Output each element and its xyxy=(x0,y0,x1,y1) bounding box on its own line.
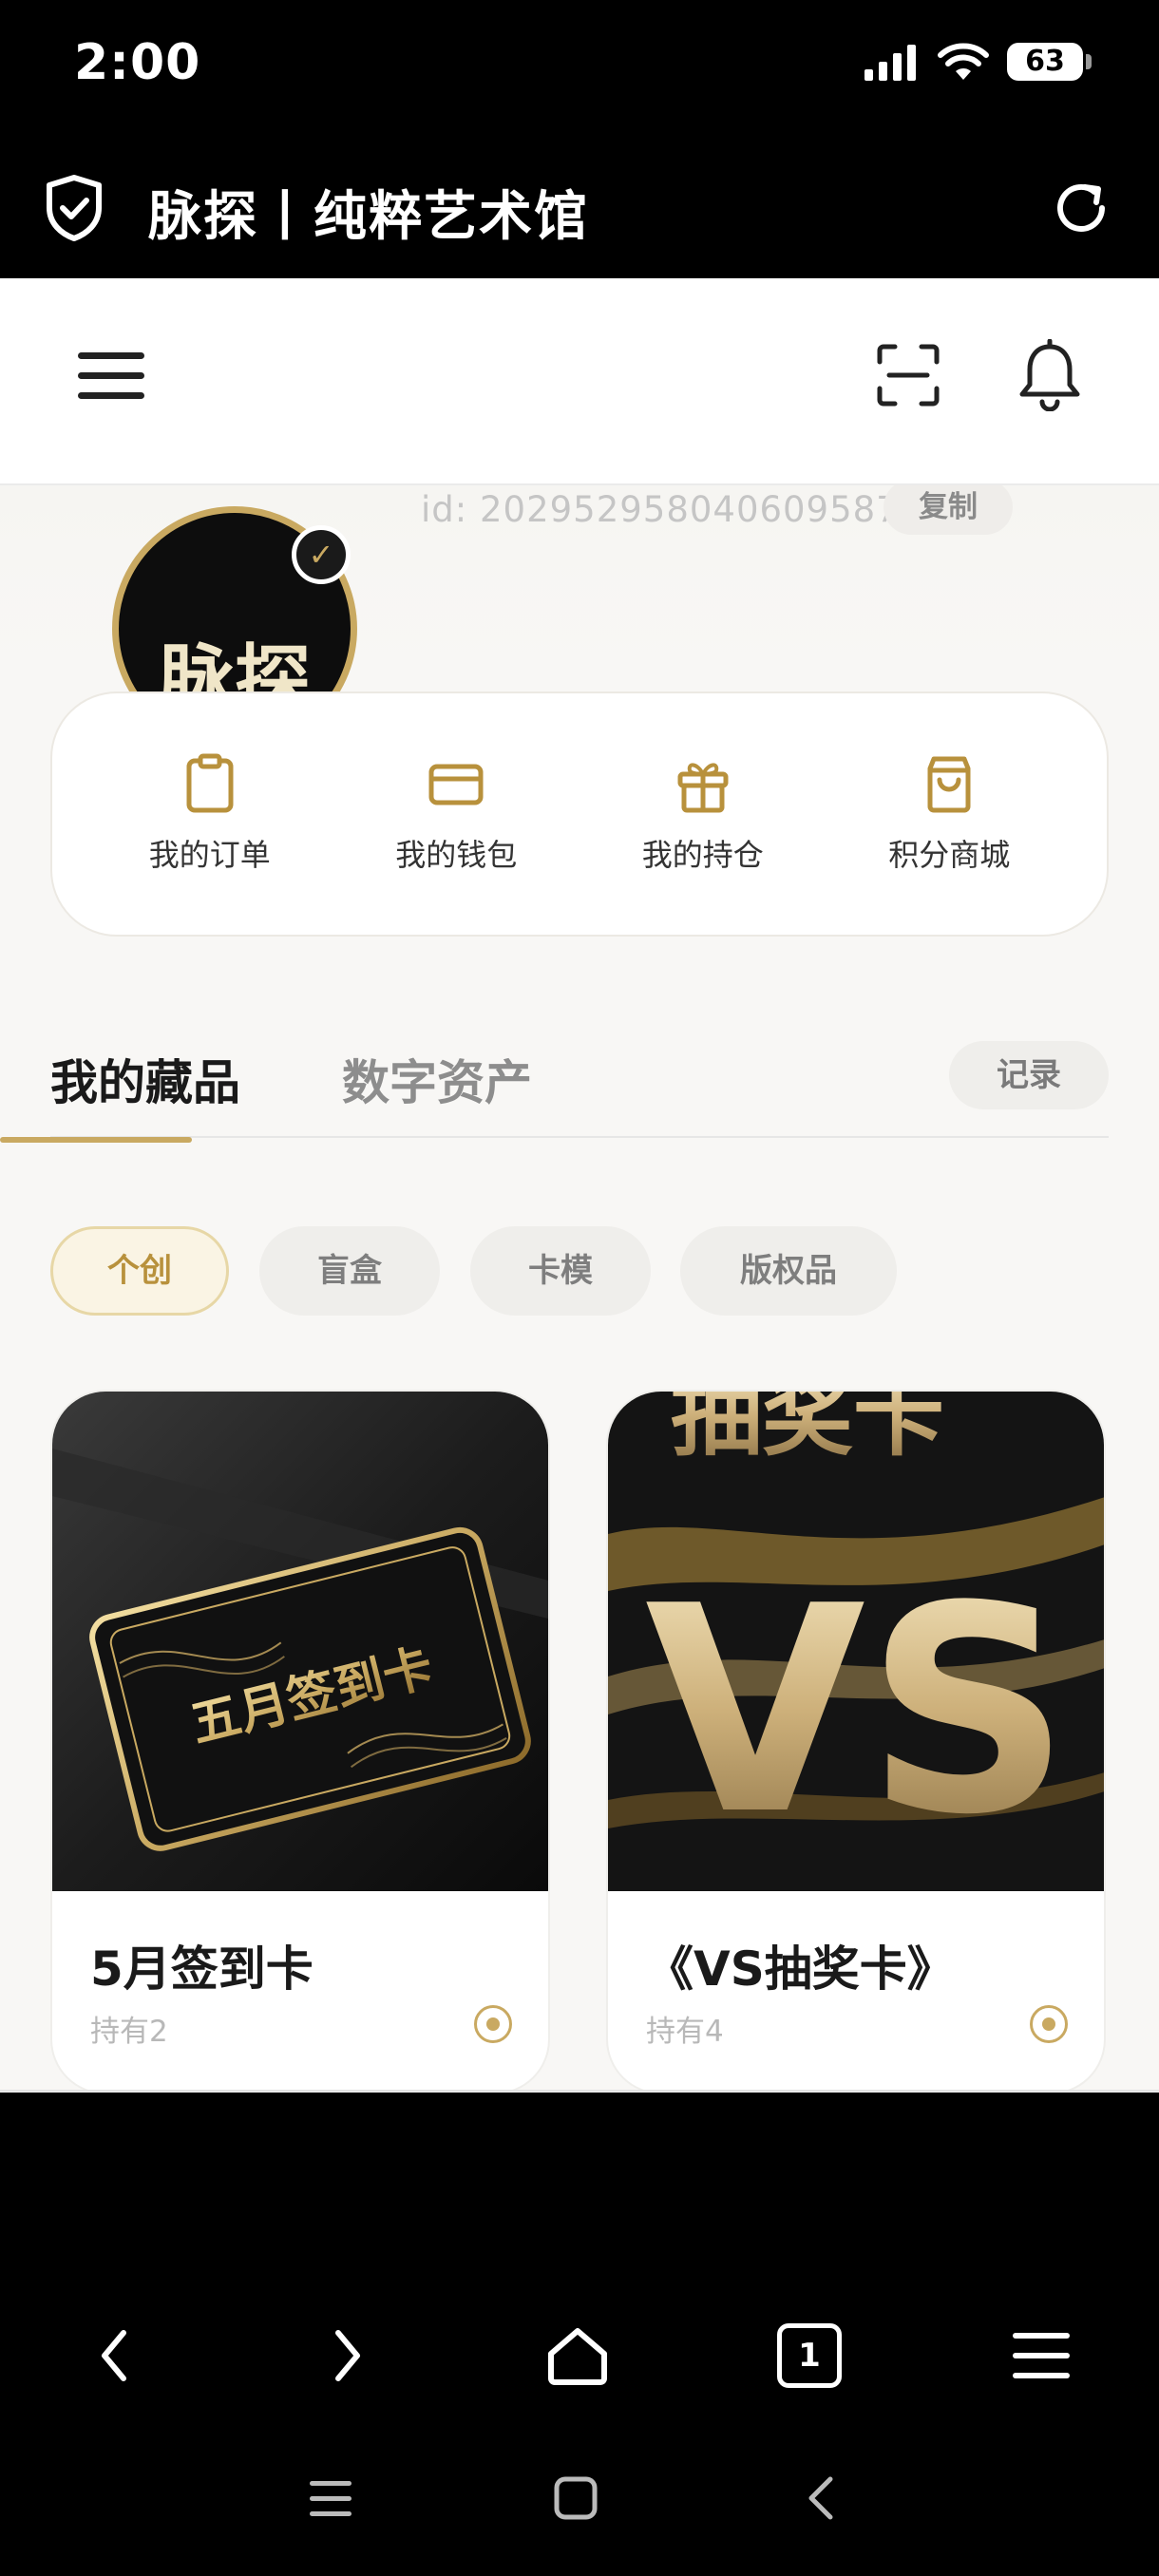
forward-icon[interactable] xyxy=(314,2323,378,2388)
browser-page-title: 脉探丨纯粹艺术馆 xyxy=(148,186,589,248)
back-icon[interactable] xyxy=(84,2323,148,2388)
filter-chip-copyright[interactable]: 版权品 xyxy=(680,1226,897,1316)
card-image: 抽奖卡 VS xyxy=(608,1392,1104,1891)
card-image-main-text: VS xyxy=(645,1545,1071,1877)
system-navigation xyxy=(0,2426,1159,2576)
my-holdings-button[interactable]: 我的持仓 xyxy=(598,753,808,875)
copy-id-button[interactable]: 复制 xyxy=(884,480,1013,535)
browser-title-bar: 脉探丨纯粹艺术馆 xyxy=(0,138,1159,278)
user-id: id: 2029529580406095872 xyxy=(421,489,923,530)
battery-icon: 63 xyxy=(1007,43,1092,81)
status-time: 2:00 xyxy=(74,34,201,91)
tab-digital-assets[interactable]: 数字资产 xyxy=(342,1045,532,1113)
signal-icon xyxy=(864,45,916,81)
menu-icon[interactable] xyxy=(78,350,144,402)
card-title: 5月签到卡 xyxy=(90,1941,314,1997)
system-back-icon[interactable] xyxy=(798,2473,847,2523)
radio-dot-icon xyxy=(1030,2005,1068,2043)
card-image-top-text: 抽奖卡 xyxy=(671,1392,944,1468)
collectible-card[interactable]: 抽奖卡 VS 《VS抽奖卡》 持有4 xyxy=(606,1390,1106,2093)
card-holding: 持有2 xyxy=(90,2015,168,2049)
filter-chip-original[interactable]: 个创 xyxy=(50,1226,229,1316)
points-mall-button[interactable]: 积分商城 xyxy=(845,753,1054,875)
bell-icon[interactable] xyxy=(1016,339,1083,411)
quick-actions-card: 我的订单 我的钱包 我的持仓 积分商城 xyxy=(50,691,1109,937)
home-icon[interactable] xyxy=(545,2323,610,2388)
wifi-icon xyxy=(938,43,989,80)
wallet-icon xyxy=(428,764,484,805)
tab-count: 1 xyxy=(777,2323,842,2388)
my-orders-button[interactable]: 我的订单 xyxy=(105,753,314,875)
active-tab-indicator xyxy=(0,1137,192,1143)
browser-toolbar: 1 xyxy=(0,2283,1159,2426)
collection-tabs: 我的藏品 数字资产 记录 xyxy=(50,1033,1109,1138)
reload-icon[interactable] xyxy=(1051,178,1112,238)
shopping-bag-icon xyxy=(927,756,971,813)
app-header xyxy=(0,278,1159,485)
filter-chip-card-template[interactable]: 卡模 xyxy=(470,1226,651,1316)
gift-icon xyxy=(677,763,729,813)
home-button-icon[interactable] xyxy=(551,2473,600,2523)
quick-label: 我的钱包 xyxy=(395,837,518,873)
quick-label: 我的持仓 xyxy=(641,837,764,873)
filter-chip-blind-box[interactable]: 盲盒 xyxy=(259,1226,440,1316)
tab-my-collection[interactable]: 我的藏品 xyxy=(50,1045,240,1113)
records-button[interactable]: 记录 xyxy=(949,1041,1109,1109)
collectible-card[interactable]: 五月签到卡 5月签到卡 持有2 xyxy=(50,1390,550,2093)
bottom-navigation: 首页 市场 公告 我的 xyxy=(0,2090,1159,2093)
shield-check-icon[interactable] xyxy=(44,174,104,242)
page-content: 脉探 ✓ id: 2029529580406095872 复制 我的订单 我的钱… xyxy=(0,278,1159,2093)
quick-label: 我的订单 xyxy=(148,837,271,873)
card-holding: 持有4 xyxy=(646,2015,724,2049)
my-wallet-button[interactable]: 我的钱包 xyxy=(352,753,560,875)
menu-icon[interactable] xyxy=(1009,2323,1074,2388)
clipboard-icon xyxy=(186,753,234,813)
radio-dot-icon xyxy=(474,2005,512,2043)
status-icons: 63 xyxy=(864,42,1092,82)
scan-icon[interactable] xyxy=(876,343,940,407)
status-bar: 2:00 63 xyxy=(0,0,1159,138)
tabs-count-button[interactable]: 1 xyxy=(777,2323,842,2388)
verified-check-icon: ✓ xyxy=(292,525,351,584)
quick-label: 积分商城 xyxy=(888,837,1011,873)
card-title: 《VS抽奖卡》 xyxy=(646,1941,955,1997)
card-image: 五月签到卡 xyxy=(52,1392,548,1891)
recent-apps-icon[interactable] xyxy=(306,2473,355,2523)
